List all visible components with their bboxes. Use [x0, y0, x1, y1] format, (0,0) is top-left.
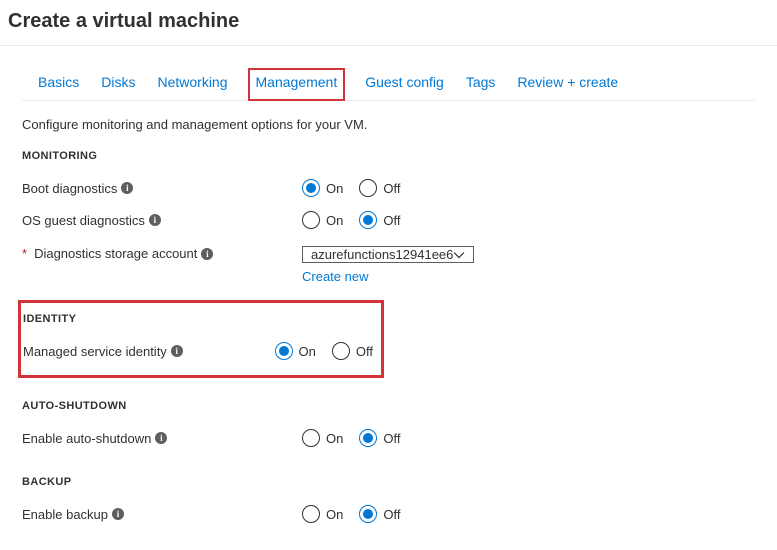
tab-management[interactable]: Management — [248, 68, 346, 101]
backup-off-radio[interactable]: Off — [359, 505, 400, 523]
radio-on-label: On — [299, 344, 316, 359]
radio-off-label: Off — [356, 344, 373, 359]
backup-label: Enable backup — [22, 507, 108, 522]
msi-label: Managed service identity — [23, 344, 167, 359]
backup-on-radio[interactable]: On — [302, 505, 343, 523]
info-icon[interactable]: i — [149, 214, 161, 226]
page-title: Create a virtual machine — [0, 0, 777, 46]
diagnostics-storage-dropdown[interactable]: azurefunctions12941ee6 — [302, 246, 474, 263]
os-guest-diagnostics-label: OS guest diagnostics — [22, 213, 145, 228]
info-icon[interactable]: i — [112, 508, 124, 520]
tab-disks[interactable]: Disks — [99, 68, 137, 100]
identity-highlight-box: IDENTITY Managed service identity i On O… — [18, 300, 384, 378]
info-icon[interactable]: i — [121, 182, 133, 194]
tab-basics[interactable]: Basics — [36, 68, 81, 100]
diagnostics-storage-value: azurefunctions12941ee6 — [311, 247, 453, 262]
msi-on-radio[interactable]: On — [275, 342, 316, 360]
content-area: Basics Disks Networking Management Guest… — [0, 68, 777, 550]
radio-off-label: Off — [383, 431, 400, 446]
tab-description: Configure monitoring and management opti… — [22, 117, 755, 132]
boot-diagnostics-off-radio[interactable]: Off — [359, 179, 400, 197]
section-backup-header: BACKUP — [22, 476, 755, 488]
os-guest-diagnostics-radio-group: On Off — [302, 211, 400, 229]
tab-tags[interactable]: Tags — [464, 68, 498, 100]
radio-off-label: Off — [383, 507, 400, 522]
msi-off-radio[interactable]: Off — [332, 342, 373, 360]
autoshutdown-label: Enable auto-shutdown — [22, 431, 151, 446]
required-asterisk: * — [22, 246, 27, 261]
msi-radio-group: On Off — [275, 342, 373, 360]
info-icon[interactable]: i — [171, 345, 183, 357]
radio-off-label: Off — [383, 213, 400, 228]
chevron-down-icon — [453, 249, 465, 261]
create-new-link[interactable]: Create new — [302, 269, 368, 284]
backup-radio-group: On Off — [302, 505, 400, 523]
info-icon[interactable]: i — [201, 248, 213, 260]
boot-diagnostics-radio-group: On Off — [302, 179, 400, 197]
boot-diagnostics-label: Boot diagnostics — [22, 181, 117, 196]
tab-review-create[interactable]: Review + create — [515, 68, 620, 100]
info-icon[interactable]: i — [155, 432, 167, 444]
field-enable-autoshutdown: Enable auto-shutdown i On Off — [22, 422, 755, 454]
tab-networking[interactable]: Networking — [155, 68, 229, 100]
radio-on-label: On — [326, 181, 343, 196]
radio-on-label: On — [326, 507, 343, 522]
field-diagnostics-storage: * Diagnostics storage account i azurefun… — [22, 236, 755, 290]
section-identity-header: IDENTITY — [23, 313, 373, 325]
boot-diagnostics-on-radio[interactable]: On — [302, 179, 343, 197]
section-monitoring-header: MONITORING — [22, 150, 755, 162]
diagnostics-storage-label: Diagnostics storage account — [34, 246, 197, 261]
autoshutdown-radio-group: On Off — [302, 429, 400, 447]
field-boot-diagnostics: Boot diagnostics i On Off — [22, 172, 755, 204]
radio-on-label: On — [326, 213, 343, 228]
autoshutdown-on-radio[interactable]: On — [302, 429, 343, 447]
field-managed-service-identity: Managed service identity i On Off — [23, 335, 373, 367]
radio-on-label: On — [326, 431, 343, 446]
section-autoshutdown-header: AUTO-SHUTDOWN — [22, 400, 755, 412]
tabs: Basics Disks Networking Management Guest… — [22, 68, 755, 101]
radio-off-label: Off — [383, 181, 400, 196]
field-enable-backup: Enable backup i On Off — [22, 498, 755, 530]
field-os-guest-diagnostics: OS guest diagnostics i On Off — [22, 204, 755, 236]
os-guest-on-radio[interactable]: On — [302, 211, 343, 229]
os-guest-off-radio[interactable]: Off — [359, 211, 400, 229]
tab-guest-config[interactable]: Guest config — [363, 68, 446, 100]
autoshutdown-off-radio[interactable]: Off — [359, 429, 400, 447]
